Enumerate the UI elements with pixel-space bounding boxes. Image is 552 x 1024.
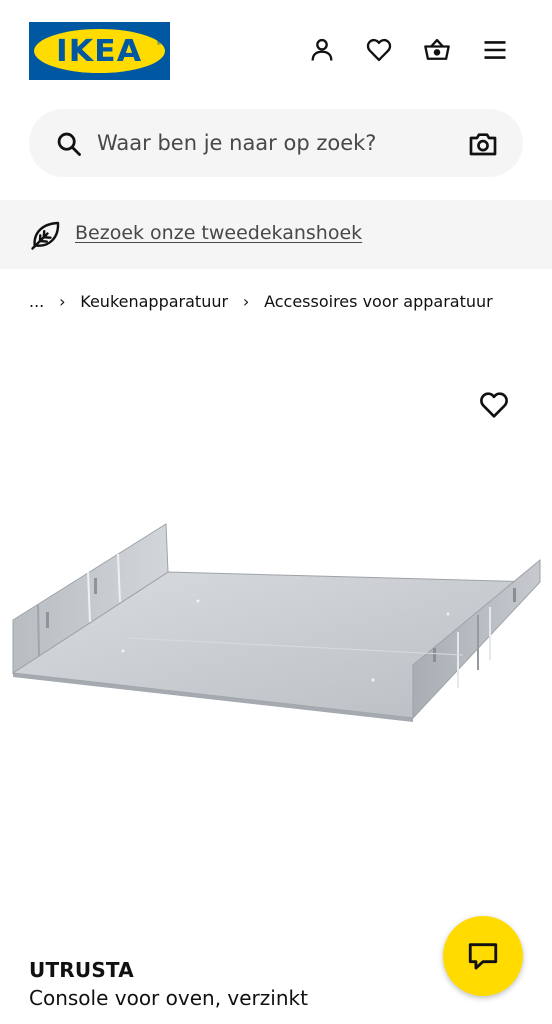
menu-button[interactable] [475,30,515,70]
second-chance-link[interactable]: Bezoek onze tweedekanshoek [75,222,362,244]
user-icon [311,38,333,61]
chat-icon [468,943,498,970]
product-name: UTRUSTA [29,958,134,982]
leaf-icon [31,221,60,250]
favourites-button[interactable] [359,30,399,70]
breadcrumb-separator: › [242,291,250,311]
basket-button[interactable] [417,30,457,70]
camera-icon[interactable] [467,128,499,160]
search-bar [29,109,523,177]
menu-icon [484,41,506,59]
heart-icon[interactable] [478,389,510,421]
logo-text: IKEA [56,33,143,69]
header: IKEA ® [0,0,552,100]
product-description: Console voor oven, verzinkt [29,986,308,1010]
search-input[interactable] [97,123,447,163]
registered-mark: ® [156,40,162,47]
account-button[interactable] [302,30,342,70]
chat-button[interactable] [443,916,523,996]
basket-icon [424,38,450,60]
breadcrumb-accessoires[interactable]: Accessoires voor apparatuur [264,292,493,311]
breadcrumb-keukenapparatuur[interactable]: Keukenapparatuur [80,292,228,311]
breadcrumb-ellipsis[interactable]: ... [29,292,44,311]
second-chance-banner: Bezoek onze tweedekanshoek [0,200,552,269]
breadcrumb: ... › Keukenapparatuur › Accessoires voo… [29,289,493,313]
logo-oval: IKEA [34,29,165,73]
ikea-logo[interactable]: IKEA ® [29,22,170,80]
search-icon[interactable] [55,130,83,158]
product-image[interactable] [8,520,544,725]
heart-icon [366,38,392,62]
breadcrumb-separator: › [59,291,66,311]
